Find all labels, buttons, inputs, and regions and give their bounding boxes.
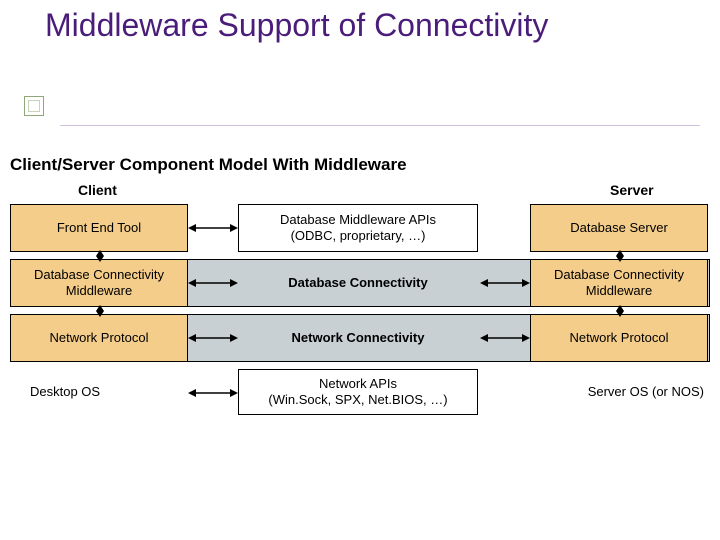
box-net-protocol-server: Network Protocol xyxy=(530,314,708,362)
box-net-protocol-client: Network Protocol xyxy=(10,314,188,362)
arrow-r3-right xyxy=(480,332,530,344)
arrow-vert-l-1-2 xyxy=(94,250,106,262)
arrow-r2-right xyxy=(480,277,530,289)
arrow-r4-left-mid xyxy=(188,387,238,399)
arrow-r1-left-mid xyxy=(188,222,238,234)
label-desktop-os: Desktop OS xyxy=(10,369,188,415)
arrow-vert-r-1-2 xyxy=(614,250,626,262)
box-front-end-tool: Front End Tool xyxy=(10,204,188,252)
box-db-middleware-apis: Database Middleware APIs (ODBC, propriet… xyxy=(238,204,478,252)
arrow-r2-left xyxy=(188,277,238,289)
arrow-vert-l-2-3 xyxy=(94,305,106,317)
title-underline xyxy=(60,125,700,126)
label-server-os: Server OS (or NOS) xyxy=(530,369,708,415)
bullet-ornament xyxy=(24,96,44,116)
label-network-connectivity: Network Connectivity xyxy=(238,314,478,362)
box-db-conn-mw-client: Database Connectivity Middleware xyxy=(10,259,188,307)
box-db-conn-mw-server: Database Connectivity Middleware xyxy=(530,259,708,307)
diagram-subtitle: Client/Server Component Model With Middl… xyxy=(10,155,407,175)
column-header-client: Client xyxy=(78,182,117,198)
arrow-vert-r-2-3 xyxy=(614,305,626,317)
column-header-server: Server xyxy=(610,182,654,198)
box-network-apis: Network APIs (Win.Sock, SPX, Net.BIOS, …… xyxy=(238,369,478,415)
arrow-r3-left xyxy=(188,332,238,344)
box-database-server: Database Server xyxy=(530,204,708,252)
label-database-connectivity: Database Connectivity xyxy=(238,259,478,307)
slide-title: Middleware Support of Connectivity xyxy=(45,8,548,43)
